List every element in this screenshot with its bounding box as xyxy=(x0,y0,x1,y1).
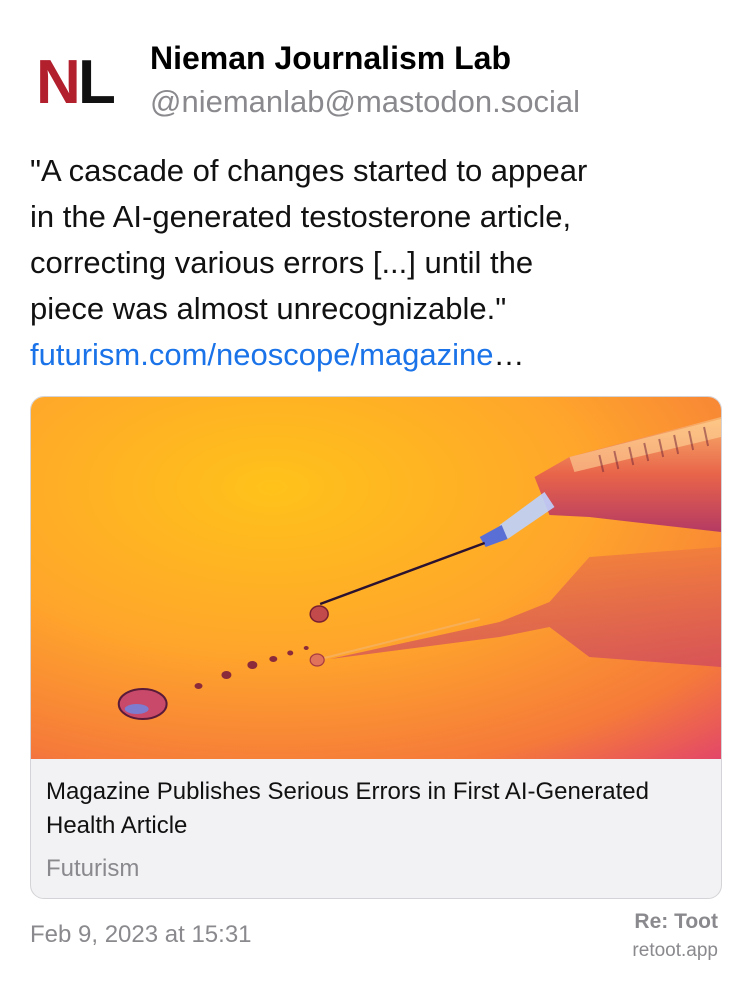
post-header: N L Nieman Journalism Lab @niemanlab@mas… xyxy=(30,30,720,130)
post-text-line: in the AI-generated testosterone article… xyxy=(30,199,572,234)
card-source: Futurism xyxy=(46,855,140,882)
post-text-line: correcting various errors [...] until th… xyxy=(30,245,534,280)
post-text-line: piece was almost unrecognizable." xyxy=(30,291,507,326)
retoot-url: retoot.app xyxy=(632,940,718,961)
author-name[interactable]: Nieman Journalism Lab xyxy=(150,40,511,77)
post-link-line: futurism.com/neoscope/magazine… xyxy=(30,332,720,378)
avatar-letter-l: L xyxy=(78,48,116,117)
post-body: "A cascade of changes started to appear … xyxy=(30,148,720,378)
retoot-brand: Re: Toot xyxy=(634,910,718,933)
author-handle[interactable]: @niemanlab@mastodon.social xyxy=(150,84,580,120)
link-ellipsis: … xyxy=(493,337,525,372)
avatar-letter-n: N xyxy=(36,48,81,117)
syringe-image xyxy=(31,397,721,759)
link-preview-card[interactable]: Magazine Publishes Serious Errors in Fir… xyxy=(30,396,722,899)
post-link[interactable]: futurism.com/neoscope/magazine xyxy=(30,337,494,372)
post-timestamp: Feb 9, 2023 at 15:31 xyxy=(30,921,252,948)
post-text-line: "A cascade of changes started to appear xyxy=(30,153,588,188)
avatar[interactable]: N L xyxy=(30,30,130,130)
card-title[interactable]: Magazine Publishes Serious Errors in Fir… xyxy=(46,775,706,843)
